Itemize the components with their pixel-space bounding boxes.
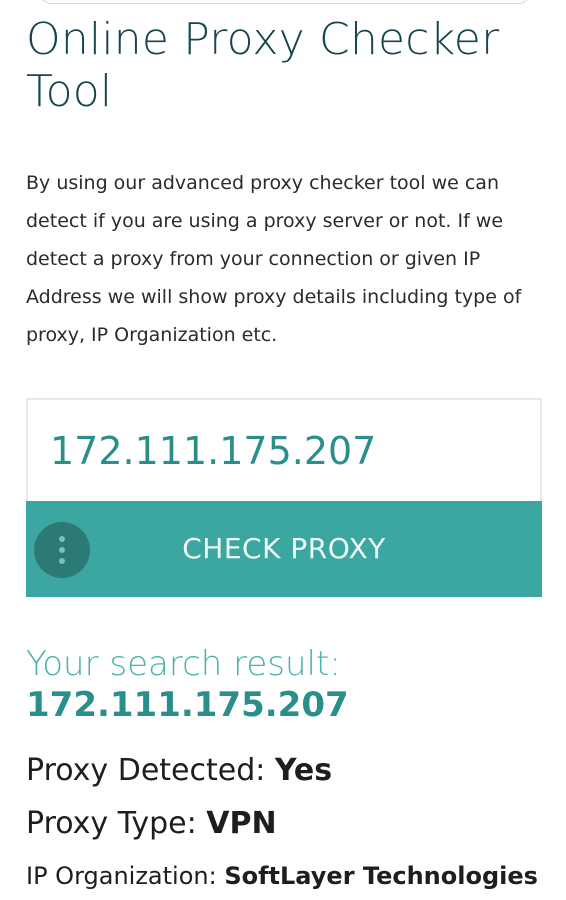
ip-organization-row: IP Organization: SoftLayer Technologies <box>26 858 538 894</box>
vertical-ellipsis-icon[interactable] <box>34 522 90 578</box>
browser-bar <box>40 0 530 4</box>
ip-address-input[interactable] <box>26 398 542 502</box>
page-title: Online Proxy Checker Tool <box>26 14 500 117</box>
proxy-detected-label: Proxy Detected: <box>26 753 275 788</box>
ellipsis-dot <box>59 536 65 542</box>
result-heading: Your search result: <box>26 644 341 684</box>
ip-organization-value: SoftLayer Technologies <box>224 862 538 890</box>
proxy-detected-value: Yes <box>274 753 333 788</box>
check-proxy-button[interactable]: CHECK PROXY <box>26 501 542 597</box>
proxy-type-value: VPN <box>206 806 277 841</box>
ip-organization-label: IP Organization: <box>26 862 225 890</box>
top-bar-edge <box>0 0 566 6</box>
page-description: By using our advanced proxy checker tool… <box>26 172 522 346</box>
proxy-detected-row: Proxy Detected: Yes <box>26 750 332 792</box>
result-ip: 172.111.175.207 <box>26 685 349 725</box>
ellipsis-dot <box>59 547 65 553</box>
ellipsis-dot <box>59 558 65 564</box>
proxy-type-row: Proxy Type: VPN <box>26 803 277 845</box>
proxy-type-label: Proxy Type: <box>26 806 207 841</box>
